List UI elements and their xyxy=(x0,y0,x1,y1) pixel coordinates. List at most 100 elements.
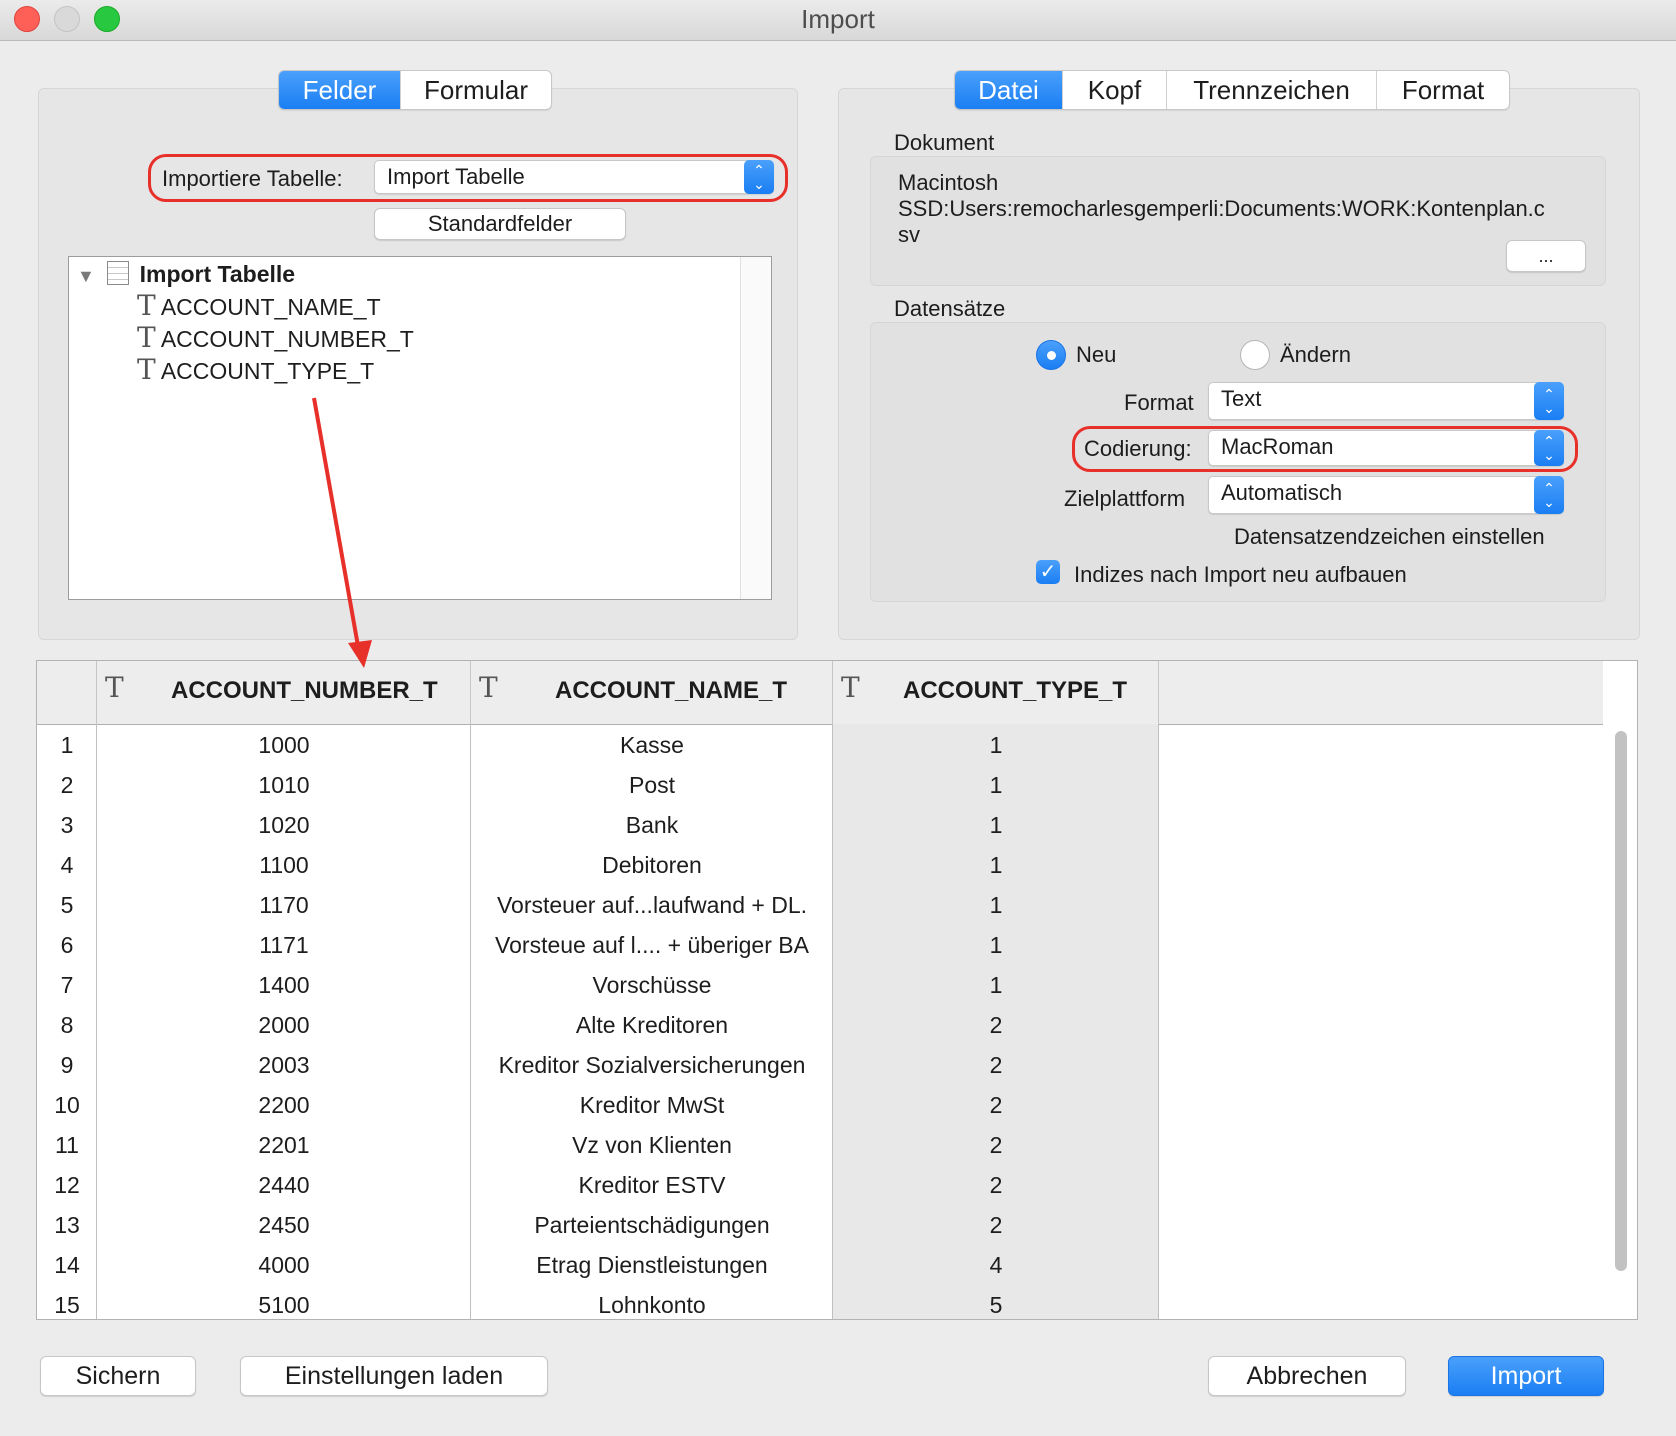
format-value: Text xyxy=(1221,386,1262,411)
encoding-value: MacRoman xyxy=(1221,434,1334,459)
account-type-cell[interactable]: 1 xyxy=(833,845,1159,885)
text-field-icon: T xyxy=(105,671,124,704)
account-type-cell[interactable]: 1 xyxy=(833,765,1159,805)
account-number-cell[interactable]: 2201 xyxy=(97,1125,471,1165)
account-number-cell[interactable]: 1400 xyxy=(97,965,471,1005)
row-number-cell[interactable]: 2 xyxy=(37,765,97,805)
account-name-cell[interactable]: Vorschüsse xyxy=(471,965,833,1005)
row-number-cell[interactable]: 13 xyxy=(37,1205,97,1245)
account-number-cell[interactable]: 1100 xyxy=(97,845,471,885)
format-label: Format xyxy=(1124,390,1194,415)
account-number-cell[interactable]: 1170 xyxy=(97,885,471,925)
import-button[interactable]: Import xyxy=(1448,1356,1604,1396)
account-type-cell[interactable]: 2 xyxy=(833,1165,1159,1205)
account-type-cell[interactable]: 1 xyxy=(833,805,1159,845)
row-number-cell[interactable]: 10 xyxy=(37,1085,97,1125)
column-header-account-number[interactable]: T ACCOUNT_NUMBER_T xyxy=(97,661,471,724)
row-number-cell[interactable]: 7 xyxy=(37,965,97,1005)
browse-button[interactable]: ... xyxy=(1506,240,1586,272)
row-number-cell[interactable]: 3 xyxy=(37,805,97,845)
rebuild-indexes-checkbox[interactable]: ✓ xyxy=(1036,560,1060,584)
tree-root-row[interactable]: ▼ Import Tabelle xyxy=(77,261,295,288)
tree-field-row[interactable]: T ACCOUNT_TYPE_T xyxy=(137,353,374,386)
tab-datei[interactable]: Datei xyxy=(955,71,1063,109)
account-name-cell[interactable]: Kreditor Sozialversicherungen xyxy=(471,1045,833,1085)
text-field-icon: T xyxy=(479,671,498,704)
tree-root-label: Import Tabelle xyxy=(139,261,296,287)
platform-select[interactable]: Automatisch ⌃ ⌄ xyxy=(1208,476,1564,514)
account-number-cell[interactable]: 2200 xyxy=(97,1085,471,1125)
tree-field-row[interactable]: T ACCOUNT_NUMBER_T xyxy=(137,321,414,354)
account-name-cell[interactable]: Alte Kreditoren xyxy=(471,1005,833,1045)
tree-field-row[interactable]: T ACCOUNT_NAME_T xyxy=(137,289,381,322)
row-number-cell[interactable]: 12 xyxy=(37,1165,97,1205)
tab-kopf[interactable]: Kopf xyxy=(1063,71,1167,109)
load-settings-button[interactable]: Einstellungen laden xyxy=(240,1356,548,1396)
row-number-cell[interactable]: 14 xyxy=(37,1245,97,1285)
account-type-cell[interactable]: 1 xyxy=(833,725,1159,765)
row-number-header xyxy=(37,661,97,724)
row-number-cell[interactable]: 15 xyxy=(37,1285,97,1319)
account-name-cell[interactable]: Post xyxy=(471,765,833,805)
save-button[interactable]: Sichern xyxy=(40,1356,196,1396)
account-number-cell[interactable]: 4000 xyxy=(97,1245,471,1285)
tab-felder[interactable]: Felder xyxy=(279,71,401,109)
row-number-cell[interactable]: 4 xyxy=(37,845,97,885)
record-end-link[interactable]: Datensatzendzeichen einstellen xyxy=(1234,524,1545,550)
account-type-cell[interactable]: 2 xyxy=(833,1045,1159,1085)
standard-fields-button[interactable]: Standardfelder xyxy=(374,208,626,240)
account-type-cell[interactable]: 1 xyxy=(833,965,1159,1005)
row-number-cell[interactable]: 8 xyxy=(37,1005,97,1045)
outline-scroll-column[interactable] xyxy=(740,257,771,599)
account-type-cell[interactable]: 2 xyxy=(833,1205,1159,1245)
account-name-cell[interactable]: Kreditor MwSt xyxy=(471,1085,833,1125)
tab-formular[interactable]: Formular xyxy=(401,71,551,109)
column-header-account-name[interactable]: T ACCOUNT_NAME_T xyxy=(471,661,833,724)
account-name-cell[interactable]: Vz von Klienten xyxy=(471,1125,833,1165)
account-type-cell[interactable]: 1 xyxy=(833,885,1159,925)
account-number-cell[interactable]: 2450 xyxy=(97,1205,471,1245)
disclosure-triangle-icon[interactable]: ▼ xyxy=(77,266,95,286)
account-number-cell[interactable]: 1000 xyxy=(97,725,471,765)
row-number-cell[interactable]: 6 xyxy=(37,925,97,965)
encoding-select[interactable]: MacRoman ⌃ ⌄ xyxy=(1208,430,1564,466)
account-number-cell[interactable]: 1010 xyxy=(97,765,471,805)
account-number-cell[interactable]: 1020 xyxy=(97,805,471,845)
row-number-cell[interactable]: 9 xyxy=(37,1045,97,1085)
account-name-cell[interactable]: Vorsteue auf l.... + überiger BA xyxy=(471,925,833,965)
account-type-cell[interactable]: 1 xyxy=(833,925,1159,965)
row-number-cell[interactable]: 5 xyxy=(37,885,97,925)
account-number-cell[interactable]: 2440 xyxy=(97,1165,471,1205)
account-type-cell[interactable]: 5 xyxy=(833,1285,1159,1319)
cancel-button[interactable]: Abbrechen xyxy=(1208,1356,1406,1396)
account-name-cell[interactable]: Lohnkonto xyxy=(471,1285,833,1319)
account-number-cell[interactable]: 2003 xyxy=(97,1045,471,1085)
tree-field-label: ACCOUNT_NUMBER_T xyxy=(160,326,414,352)
tab-format[interactable]: Format xyxy=(1377,71,1509,109)
row-number-cell[interactable]: 1 xyxy=(37,725,97,765)
account-type-cell[interactable]: 2 xyxy=(833,1085,1159,1125)
account-name-cell[interactable]: Kasse xyxy=(471,725,833,765)
account-name-cell[interactable]: Debitoren xyxy=(471,845,833,885)
account-name-cell[interactable]: Etrag Dienstleistungen xyxy=(471,1245,833,1285)
account-number-cell[interactable]: 2000 xyxy=(97,1005,471,1045)
grid-scrollbar[interactable] xyxy=(1615,731,1627,1271)
account-number-cell[interactable]: 5100 xyxy=(97,1285,471,1319)
format-select[interactable]: Text ⌃ ⌄ xyxy=(1208,382,1564,420)
account-type-cell[interactable]: 2 xyxy=(833,1125,1159,1165)
account-type-cell[interactable]: 4 xyxy=(833,1245,1159,1285)
account-type-cell[interactable]: 2 xyxy=(833,1005,1159,1045)
account-name-cell[interactable]: Vorsteuer auf...laufwand + DL. xyxy=(471,885,833,925)
tab-trennzeichen[interactable]: Trennzeichen xyxy=(1167,71,1377,109)
radio-new[interactable] xyxy=(1036,340,1066,370)
account-name-cell[interactable]: Kreditor ESTV xyxy=(471,1165,833,1205)
account-number-cell[interactable]: 1171 xyxy=(97,925,471,965)
import-table-select[interactable]: Import Tabelle ⌃ ⌄ xyxy=(374,160,774,194)
column-header-account-type[interactable]: T ACCOUNT_TYPE_T xyxy=(833,661,1159,724)
account-name-cell[interactable]: Bank xyxy=(471,805,833,845)
right-tab-bar: Datei Kopf Trennzeichen Format xyxy=(954,70,1510,110)
account-name-cell[interactable]: Parteientschädigungen xyxy=(471,1205,833,1245)
row-number-cell[interactable]: 11 xyxy=(37,1125,97,1165)
text-field-icon: T xyxy=(137,353,156,386)
radio-change[interactable] xyxy=(1240,340,1270,370)
